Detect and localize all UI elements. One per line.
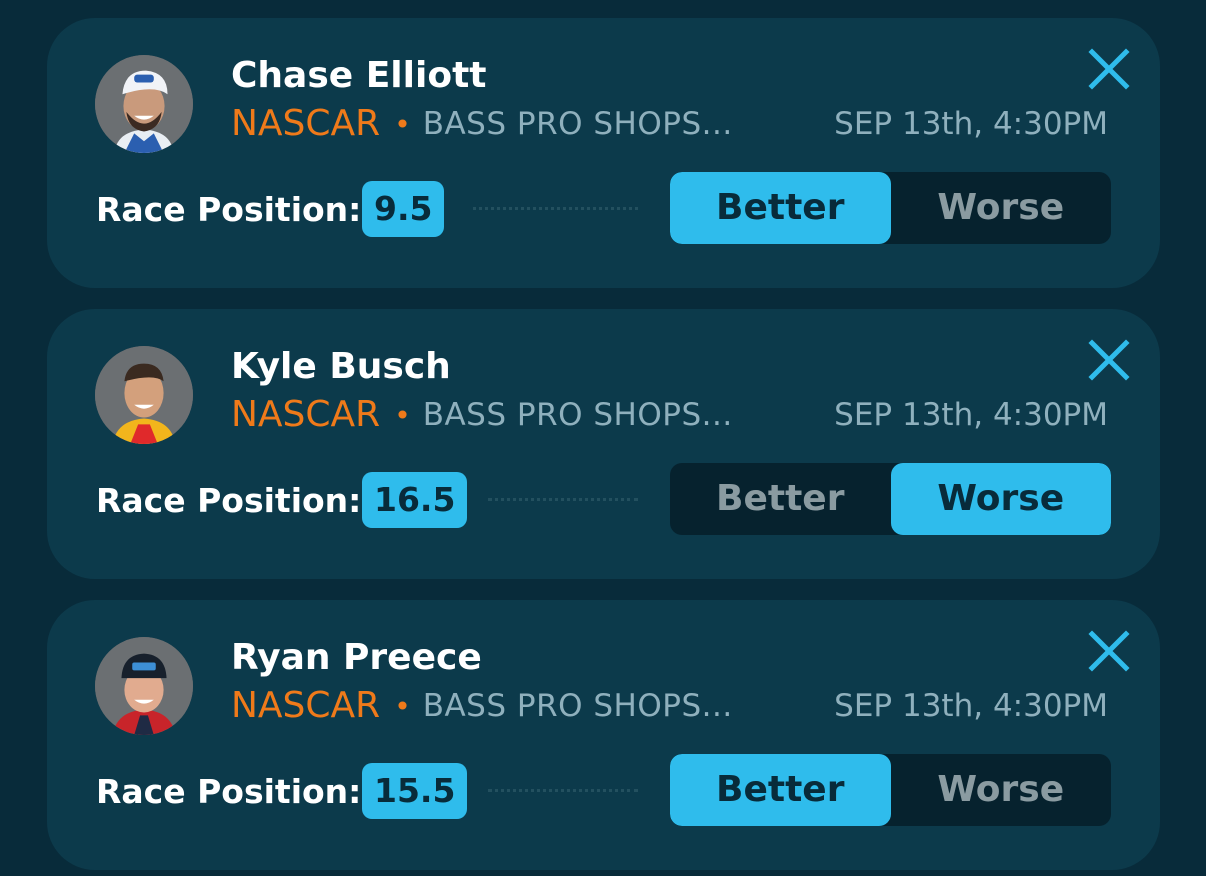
driver-avatar (95, 637, 193, 735)
driver-photo-icon (95, 346, 193, 444)
stat-label: Race Position: (96, 481, 362, 520)
event-datetime: SEP 13th, 4:30PM (834, 397, 1108, 433)
close-icon (1088, 48, 1130, 90)
stat-line-badge: 16.5 (362, 472, 468, 528)
separator-dot: • (394, 689, 411, 723)
dotted-divider (473, 207, 638, 210)
dotted-divider (488, 789, 638, 792)
stat-line-badge: 15.5 (362, 763, 468, 819)
player-name: Ryan Preece (231, 637, 482, 678)
pick-toggle: Better Worse (670, 172, 1111, 244)
driver-avatar (95, 346, 193, 444)
event-datetime: SEP 13th, 4:30PM (834, 688, 1108, 724)
pick-list: Chase Elliott NASCAR • BASS PRO SHOPS...… (47, 18, 1160, 870)
game-info: NASCAR • BASS PRO SHOPS... SEP 13th, 4:3… (231, 684, 1108, 728)
dotted-divider (488, 498, 638, 501)
event-name: BASS PRO SHOPS... (422, 397, 733, 433)
league-label: NASCAR (231, 103, 381, 144)
worse-button[interactable]: Worse (890, 463, 1111, 535)
driver-photo-icon (95, 637, 193, 735)
close-icon (1088, 339, 1130, 381)
driver-photo-icon (95, 55, 193, 153)
game-info: NASCAR • BASS PRO SHOPS... SEP 13th, 4:3… (231, 102, 1108, 146)
pick-card: Chase Elliott NASCAR • BASS PRO SHOPS...… (47, 18, 1160, 288)
worse-button[interactable]: Worse (891, 172, 1112, 244)
pick-card: Kyle Busch NASCAR • BASS PRO SHOPS... SE… (47, 309, 1160, 579)
stat-line-badge: 9.5 (362, 181, 445, 237)
stat-label: Race Position: (96, 772, 362, 811)
remove-pick-button[interactable] (1088, 48, 1130, 90)
league-label: NASCAR (231, 685, 381, 726)
better-button[interactable]: Better (670, 172, 891, 244)
pick-toggle: Better Worse (670, 754, 1111, 826)
better-button[interactable]: Better (670, 463, 891, 535)
league-label: NASCAR (231, 394, 381, 435)
close-icon (1088, 630, 1130, 672)
game-info: NASCAR • BASS PRO SHOPS... SEP 13th, 4:3… (231, 393, 1108, 437)
player-name: Kyle Busch (231, 346, 451, 387)
event-datetime: SEP 13th, 4:30PM (834, 106, 1108, 142)
stat-label: Race Position: (96, 190, 362, 229)
separator-dot: • (394, 107, 411, 141)
better-button[interactable]: Better (670, 754, 891, 826)
remove-pick-button[interactable] (1088, 630, 1130, 672)
event-name: BASS PRO SHOPS... (422, 688, 733, 724)
driver-avatar (95, 55, 193, 153)
separator-dot: • (394, 398, 411, 432)
worse-button[interactable]: Worse (891, 754, 1112, 826)
pick-toggle: Better Worse (670, 463, 1111, 535)
remove-pick-button[interactable] (1088, 339, 1130, 381)
player-name: Chase Elliott (231, 55, 487, 96)
pick-card: Ryan Preece NASCAR • BASS PRO SHOPS... S… (47, 600, 1160, 870)
event-name: BASS PRO SHOPS... (422, 106, 733, 142)
